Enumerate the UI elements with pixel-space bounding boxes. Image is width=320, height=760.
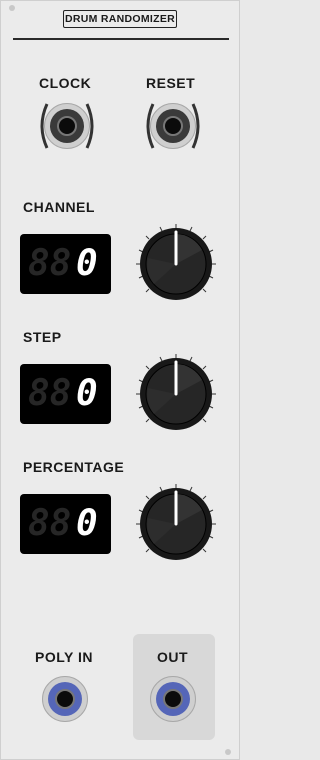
channel-label: CHANNEL: [23, 199, 95, 215]
poly-in-jack[interactable]: [42, 676, 88, 722]
step-display-ghost-digits: 88: [28, 373, 72, 414]
step-display-value: 0: [76, 373, 98, 414]
title-divider: [13, 38, 229, 40]
percentage-display-value: 0: [76, 503, 98, 544]
module-title: DRUM RANDOMIZER: [63, 10, 177, 28]
module-panel: DRUM RANDOMIZER CLOCK RESET CHANNEL 88 0: [0, 0, 240, 760]
poly-in-label: POLY IN: [35, 649, 93, 665]
percentage-display-ghost-digits: 88: [28, 503, 72, 544]
percentage-knob[interactable]: [134, 482, 218, 566]
channel-display-ghost-digits: 88: [28, 243, 72, 284]
step-display: 88 0: [20, 364, 111, 424]
channel-display-value: 0: [76, 243, 98, 284]
step-label: STEP: [23, 329, 62, 345]
screw: [9, 5, 15, 11]
percentage-label: PERCENTAGE: [23, 459, 125, 475]
clock-label: CLOCK: [39, 75, 92, 91]
percentage-display: 88 0: [20, 494, 111, 554]
screw: [225, 749, 231, 755]
channel-display: 88 0: [20, 234, 111, 294]
out-label: OUT: [157, 649, 189, 665]
clock-input-jack[interactable]: [44, 103, 90, 149]
out-jack[interactable]: [150, 676, 196, 722]
reset-label: RESET: [146, 75, 196, 91]
channel-knob[interactable]: [134, 222, 218, 306]
step-knob[interactable]: [134, 352, 218, 436]
reset-input-jack[interactable]: [150, 103, 196, 149]
